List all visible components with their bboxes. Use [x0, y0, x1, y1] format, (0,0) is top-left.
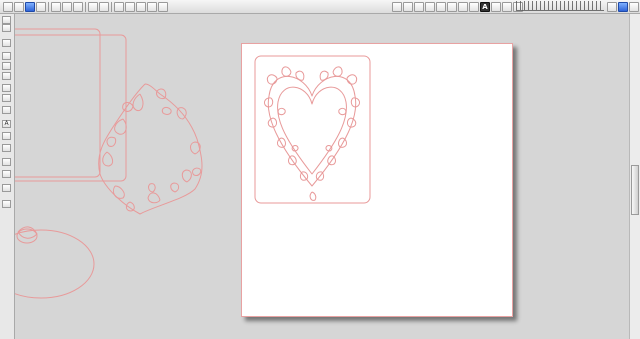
pan-tool-icon[interactable] [2, 158, 11, 166]
library-icon[interactable] [618, 1, 628, 12]
zoom-in-icon[interactable] [114, 1, 124, 12]
page-setup-icon[interactable] [436, 1, 446, 12]
sketch-icon[interactable] [607, 1, 617, 12]
line-icon[interactable] [469, 1, 479, 12]
zoom-page-icon[interactable] [147, 1, 157, 12]
select-tool-icon[interactable] [2, 16, 11, 24]
zoom-out-icon[interactable] [125, 1, 135, 12]
line-tool-icon[interactable] [2, 39, 11, 47]
scrollbar-thumb[interactable] [631, 165, 639, 215]
toolbar-separator [85, 1, 86, 12]
design-canvas[interactable] [15, 14, 629, 339]
rectangle-tool-icon[interactable] [2, 62, 11, 70]
text-style-icon[interactable]: A [480, 1, 490, 12]
fill-icon[interactable] [458, 1, 468, 12]
new-document-icon[interactable] [3, 1, 13, 12]
replicate-icon[interactable] [502, 1, 512, 12]
cut-settings-icon[interactable] [425, 1, 435, 12]
registration-icon[interactable] [414, 1, 424, 12]
edit-points-icon[interactable] [2, 24, 11, 32]
knife-tool-icon[interactable] [2, 132, 11, 140]
cut-icon[interactable] [51, 1, 61, 12]
freehand-tool-icon[interactable] [2, 94, 11, 102]
color-icon[interactable] [447, 1, 457, 12]
online-tool-icon[interactable] [2, 200, 11, 208]
onpage-design [254, 55, 371, 204]
left-tool-panel: A [0, 14, 15, 339]
eraser-tool-icon[interactable] [2, 144, 11, 152]
toolbar-right-group: A [392, 1, 523, 12]
card-outline[interactable] [254, 55, 371, 204]
vertical-scrollbar[interactable] [629, 14, 640, 339]
redo-icon[interactable] [99, 1, 109, 12]
save-icon[interactable] [25, 1, 35, 12]
offset-icon[interactable] [491, 1, 501, 12]
curve-tool-icon[interactable] [2, 52, 11, 60]
pan-icon[interactable] [158, 1, 168, 12]
paste-icon[interactable] [73, 1, 83, 12]
copy-icon[interactable] [62, 1, 72, 12]
toolbar-far-right-group [607, 1, 640, 12]
zoom-tool-icon[interactable] [2, 170, 11, 178]
open-icon[interactable] [14, 1, 24, 12]
ellipse-tool-icon[interactable] [2, 72, 11, 80]
toolbar-separator [111, 1, 112, 12]
text-tool-icon[interactable]: A [2, 120, 11, 128]
ruler-strip [516, 1, 604, 11]
zoom-fit-icon[interactable] [136, 1, 146, 12]
polygon-tool-icon[interactable] [2, 84, 11, 92]
toolbar-left-group [3, 1, 168, 12]
trace-tool-icon[interactable] [2, 184, 11, 192]
undo-icon[interactable] [88, 1, 98, 12]
top-toolbar: A [0, 0, 640, 14]
print-icon[interactable] [36, 1, 46, 12]
smooth-tool-icon[interactable] [2, 106, 11, 114]
design-page-icon[interactable] [392, 1, 402, 12]
toolbar-separator [48, 1, 49, 12]
grid-icon[interactable] [403, 1, 413, 12]
store-icon[interactable] [629, 1, 639, 12]
